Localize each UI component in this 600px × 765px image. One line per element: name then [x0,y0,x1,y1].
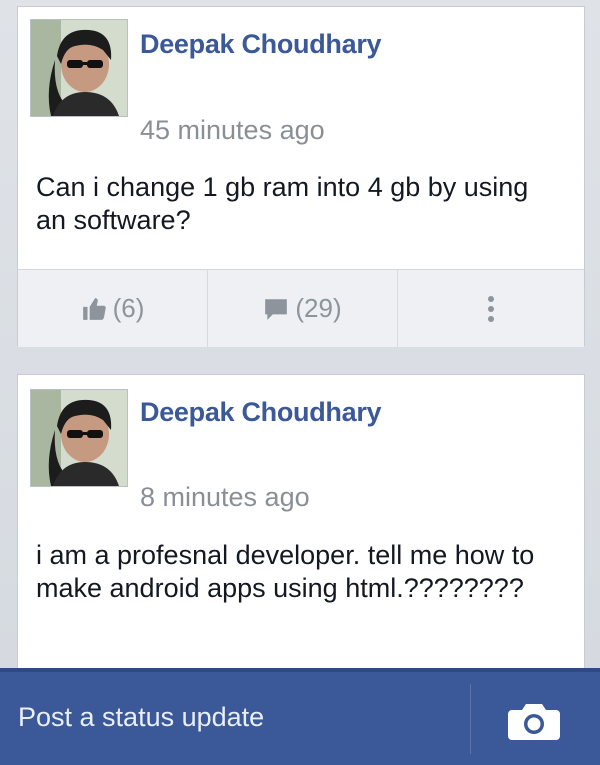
post-timestamp[interactable]: 8 minutes ago [140,482,310,513]
camera-button[interactable] [506,702,562,742]
avatar[interactable] [30,19,128,117]
post-text: i am a profesnal developer. tell me how … [36,540,535,603]
comment-bubble-icon [265,298,288,320]
like-button[interactable]: (6) [18,270,208,347]
news-feed: Deepak Choudhary 45 minutes ago Can i ch… [0,0,600,765]
profile-photo [31,390,127,486]
avatar[interactable] [30,389,128,487]
post-text: Can i change 1 gb ram into 4 gb by using… [36,172,529,235]
comment-count: (29) [295,293,342,323]
more-options-button[interactable] [398,270,584,347]
post-card: Deepak Choudhary 45 minutes ago Can i ch… [17,6,585,347]
comment-button[interactable]: (29) [208,270,398,347]
status-update-bar: Post a status update [0,668,600,765]
post-timestamp[interactable]: 45 minutes ago [140,115,325,146]
divider [470,684,471,754]
like-count: (6) [112,293,145,323]
author-name[interactable]: Deepak Choudhary [140,29,382,60]
camera-icon [508,704,560,740]
status-update-input[interactable]: Post a status update [18,702,264,733]
post-card: Deepak Choudhary 8 minutes ago i am a pr… [17,374,585,674]
thumbs-up-icon [82,297,106,320]
author-name[interactable]: Deepak Choudhary [140,397,382,428]
post-actions: (6) (29) [18,269,584,347]
more-vertical-icon [488,295,494,322]
profile-photo [31,20,127,116]
